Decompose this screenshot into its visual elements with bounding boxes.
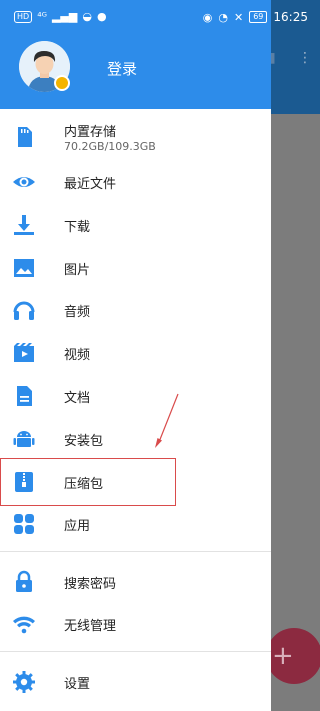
notification-dot-icon: ● (96, 10, 107, 23)
android-icon (13, 431, 35, 447)
menu-item-search-password[interactable]: 搜索密码 (0, 562, 271, 602)
menu-item-internal-storage[interactable]: 内置存储 70.2GB/109.3GB (0, 117, 271, 157)
menu-item-label: 音频 (64, 305, 91, 320)
clock: 16:25 (273, 10, 308, 24)
mute-icon: ✕ (234, 10, 244, 24)
menu-item-label: 搜索密码 (64, 577, 117, 592)
storage-usage: 70.2GB/109.3GB (64, 140, 156, 153)
menu-item-download[interactable]: 下载 (0, 205, 271, 245)
background-overflow-icon: ⋮ (298, 50, 312, 66)
alarm-icon: ◔ (218, 10, 228, 24)
menu-item-label: 最近文件 (64, 177, 117, 192)
sd-card-icon (18, 127, 32, 147)
menu-item-label: 应用 (64, 519, 91, 534)
menu-item-label: 图片 (64, 263, 91, 278)
eye-comfort-icon: ◉ (202, 10, 213, 24)
menu-item-images[interactable]: 图片 (0, 248, 271, 288)
menu-item-apk[interactable]: 安装包 (0, 419, 271, 459)
download-icon (14, 215, 34, 235)
status-bar: HD ⁴ᴳ ▂▄▆ ◒ ● ◉ ◔ ✕ 69 16:25 (0, 0, 320, 36)
menu-item-settings[interactable]: 设置 (0, 662, 271, 702)
video-icon (14, 343, 34, 362)
menu-item-label: 下载 (64, 220, 91, 235)
menu-item-label: 内置存储 (64, 125, 117, 140)
gear-icon (13, 671, 35, 693)
image-icon (14, 259, 34, 277)
divider (0, 551, 271, 552)
signal-4g-icon: ⁴ᴳ (37, 10, 47, 23)
highlight-box (0, 458, 176, 506)
menu-item-audio[interactable]: 音频 (0, 290, 271, 330)
divider (0, 651, 271, 652)
menu-item-label: 文档 (64, 391, 91, 406)
lock-icon (16, 570, 32, 592)
vip-crown-icon (54, 75, 70, 91)
fab-button[interactable]: + (266, 628, 320, 684)
eye-icon (13, 177, 35, 187)
apps-icon (14, 514, 34, 534)
menu-item-recent[interactable]: 最近文件 (0, 162, 271, 202)
menu-item-label: 安装包 (64, 434, 104, 449)
menu-item-label: 无线管理 (64, 619, 117, 634)
wifi-status-icon: ◒ (82, 10, 92, 23)
menu-item-video[interactable]: 视频 (0, 333, 271, 373)
menu-item-label: 设置 (64, 677, 91, 692)
annotation-arrow-icon (155, 393, 179, 448)
wifi-icon (13, 616, 35, 634)
menu-item-apps[interactable]: 应用 (0, 504, 271, 544)
navigation-drawer: 登录 内置存储 70.2GB/109.3GB 最近文件 下载 图片 音频 视频 … (0, 0, 271, 711)
battery-icon: 69 (249, 11, 268, 23)
login-button[interactable]: 登录 (107, 58, 137, 79)
hd-badge: HD (14, 10, 33, 23)
menu-item-label: 视频 (64, 348, 91, 363)
menu-item-documents[interactable]: 文档 (0, 376, 271, 416)
headphones-icon (13, 301, 35, 320)
document-icon (17, 386, 32, 406)
menu-item-wireless[interactable]: 无线管理 (0, 604, 271, 644)
signal-bars-icon: ▂▄▆ (51, 10, 78, 23)
